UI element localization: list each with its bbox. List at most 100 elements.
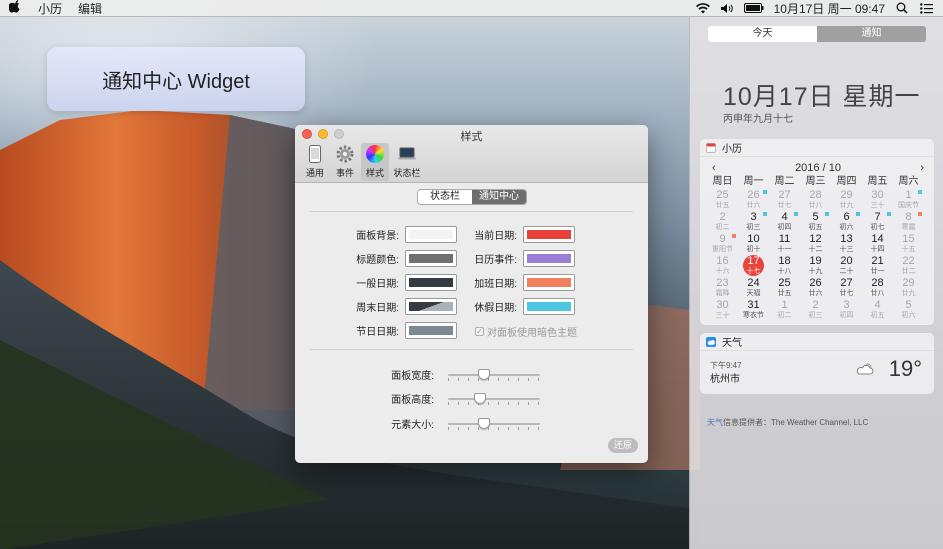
calendar-day[interactable]: 24 天福 (738, 277, 769, 299)
overtime-date-color-well[interactable] (523, 274, 575, 291)
toolbar-statusbar[interactable]: 状态栏 (391, 143, 423, 181)
calendar-day[interactable]: 27 廿七 (831, 277, 862, 299)
calendar-app-icon (706, 142, 716, 153)
calendar-day[interactable]: 29 廿九 (831, 189, 862, 211)
notification-center-panel: 今天 通知 10月17日 星期一 丙申年九月十七 小历 ‹ 2016 / 10 … (689, 17, 943, 549)
calendar-day[interactable]: 1 国庆节 (893, 189, 924, 211)
normal-date-label: 一般日期: (356, 279, 399, 290)
panel-bg-color-well[interactable] (405, 226, 457, 243)
day-number: 22 (902, 255, 915, 267)
calendar-day[interactable]: 28 廿八 (800, 189, 831, 211)
dark-theme-option[interactable]: ✓ 对面板使用暗色主题 (475, 324, 577, 339)
calendar-day[interactable]: 6 初六 (831, 211, 862, 233)
calendar-day[interactable]: 14 十四 (862, 233, 893, 255)
slider-knob[interactable] (474, 392, 486, 404)
spotlight-search-icon[interactable] (895, 2, 909, 14)
day-number: 20 (840, 255, 853, 267)
vacation-date-color-well[interactable] (523, 298, 575, 315)
notification-center-icon[interactable] (919, 2, 933, 14)
element-size-slider[interactable] (448, 417, 540, 431)
calendar-day[interactable]: 26 廿六 (800, 277, 831, 299)
calendar-day[interactable]: 3 初四 (831, 299, 862, 321)
calendar-day[interactable]: 30 三十 (862, 189, 893, 211)
calendar-day[interactable]: 3 初三 (738, 211, 769, 233)
calendar-day[interactable]: 18 十八 (769, 255, 800, 277)
calendar-day[interactable]: 11 十一 (769, 233, 800, 255)
menu-edit[interactable]: 编辑 (70, 0, 110, 17)
tab-notification-center[interactable]: 通知中心 (472, 190, 526, 204)
tab-notifications[interactable]: 通知 (817, 26, 926, 42)
weather-widget-header: 天气 (700, 333, 934, 351)
calendar-day[interactable]: 4 初四 (769, 211, 800, 233)
laptop-icon (397, 144, 417, 164)
calendar-day[interactable]: 30 三十 (707, 299, 738, 321)
battery-icon[interactable] (743, 2, 764, 14)
calendar-day-today[interactable]: 17 十七 (738, 255, 769, 277)
dark-theme-checkbox[interactable]: ✓ (475, 327, 484, 336)
toolbar-style[interactable]: 样式 (361, 143, 389, 181)
calendar-day[interactable]: 25 廿五 (707, 189, 738, 211)
menu-app-name[interactable]: 小历 (30, 0, 70, 17)
menubar-clock[interactable]: 10月17日 周一 09:47 (774, 0, 885, 17)
toolbar-general[interactable]: 通用 (301, 143, 329, 181)
calendar-day[interactable]: 7 初七 (862, 211, 893, 233)
toolbar-events[interactable]: 事件 (331, 143, 359, 181)
calendar-day[interactable]: 1 初二 (769, 299, 800, 321)
calendar-day[interactable]: 27 廿七 (769, 189, 800, 211)
weekend-date-color-well[interactable] (405, 298, 457, 315)
calendar-day[interactable]: 8 寒露 (893, 211, 924, 233)
weather-provider-link[interactable]: 天气 (707, 418, 723, 427)
weekday-header: 周日 (712, 176, 733, 187)
calendar-day[interactable]: 12 十二 (800, 233, 831, 255)
calendar-day[interactable]: 31 寒衣节 (738, 299, 769, 321)
calendar-day[interactable]: 19 十九 (800, 255, 831, 277)
wifi-icon[interactable] (695, 2, 710, 14)
calendar-day[interactable]: 9 重阳节 (707, 233, 738, 255)
calendar-day[interactable]: 21 廿一 (862, 255, 893, 277)
title-color-well[interactable] (405, 250, 457, 267)
normal-date-color-well[interactable] (405, 274, 457, 291)
prev-month-button[interactable]: ‹ (712, 162, 716, 174)
tab-statusbar[interactable]: 状态栏 (418, 190, 472, 204)
calendar-day[interactable]: 13 十三 (831, 233, 862, 255)
apple-menu-icon[interactable] (0, 0, 30, 16)
holiday-date-color-well[interactable] (405, 322, 457, 339)
day-number: 10 (747, 233, 760, 245)
calendar-day[interactable]: 5 初六 (893, 299, 924, 321)
day-lunar: 初十 (746, 246, 761, 253)
event-marker (918, 212, 922, 216)
calendar-day[interactable]: 5 初五 (800, 211, 831, 233)
calendar-day[interactable]: 22 廿二 (893, 255, 924, 277)
today-date: 10月17日 星期一 (723, 83, 921, 111)
day-lunar: 十九 (808, 268, 823, 275)
calendar-day[interactable]: 16 十六 (707, 255, 738, 277)
tab-today[interactable]: 今天 (708, 26, 817, 42)
calendar-events-color-well[interactable] (523, 250, 575, 267)
calendar-day[interactable]: 2 初二 (707, 211, 738, 233)
calendar-day[interactable]: 20 二十 (831, 255, 862, 277)
next-month-button[interactable]: › (920, 162, 924, 174)
calendar-day[interactable]: 25 廿五 (769, 277, 800, 299)
calendar-day[interactable]: 2 初三 (800, 299, 831, 321)
calendar-day[interactable]: 4 初五 (862, 299, 893, 321)
month-label[interactable]: 2016 / 10 (795, 162, 841, 174)
calendar-day[interactable]: 28 廿八 (862, 277, 893, 299)
slider-knob[interactable] (478, 417, 490, 429)
restore-button[interactable]: 还原 (608, 438, 638, 453)
panel-height-slider[interactable] (448, 392, 540, 406)
volume-icon[interactable] (720, 2, 734, 14)
calendar-grid: 周日 周一 周二 周三 周四 周五 周六 25 廿五 26 廿六 27 廿七 28 廿八 29 廿九 30 三十 1 国… (700, 175, 934, 321)
calendar-day[interactable]: 23 霜降 (707, 277, 738, 299)
panel-width-slider[interactable] (448, 368, 540, 382)
calendar-day[interactable]: 26 廿六 (738, 189, 769, 211)
day-lunar: 廿五 (715, 202, 730, 209)
current-date-color-well[interactable] (523, 226, 575, 243)
color-row-vacation: 休假日期: (457, 298, 575, 315)
slider-knob[interactable] (478, 368, 490, 380)
weekend-date-label: 周末日期: (356, 303, 399, 314)
calendar-day[interactable]: 10 初十 (738, 233, 769, 255)
color-row-title: 标题颜色: (295, 250, 457, 267)
calendar-day[interactable]: 15 十五 (893, 233, 924, 255)
panel-bg-label: 面板背景: (356, 231, 399, 242)
calendar-day[interactable]: 29 廿九 (893, 277, 924, 299)
